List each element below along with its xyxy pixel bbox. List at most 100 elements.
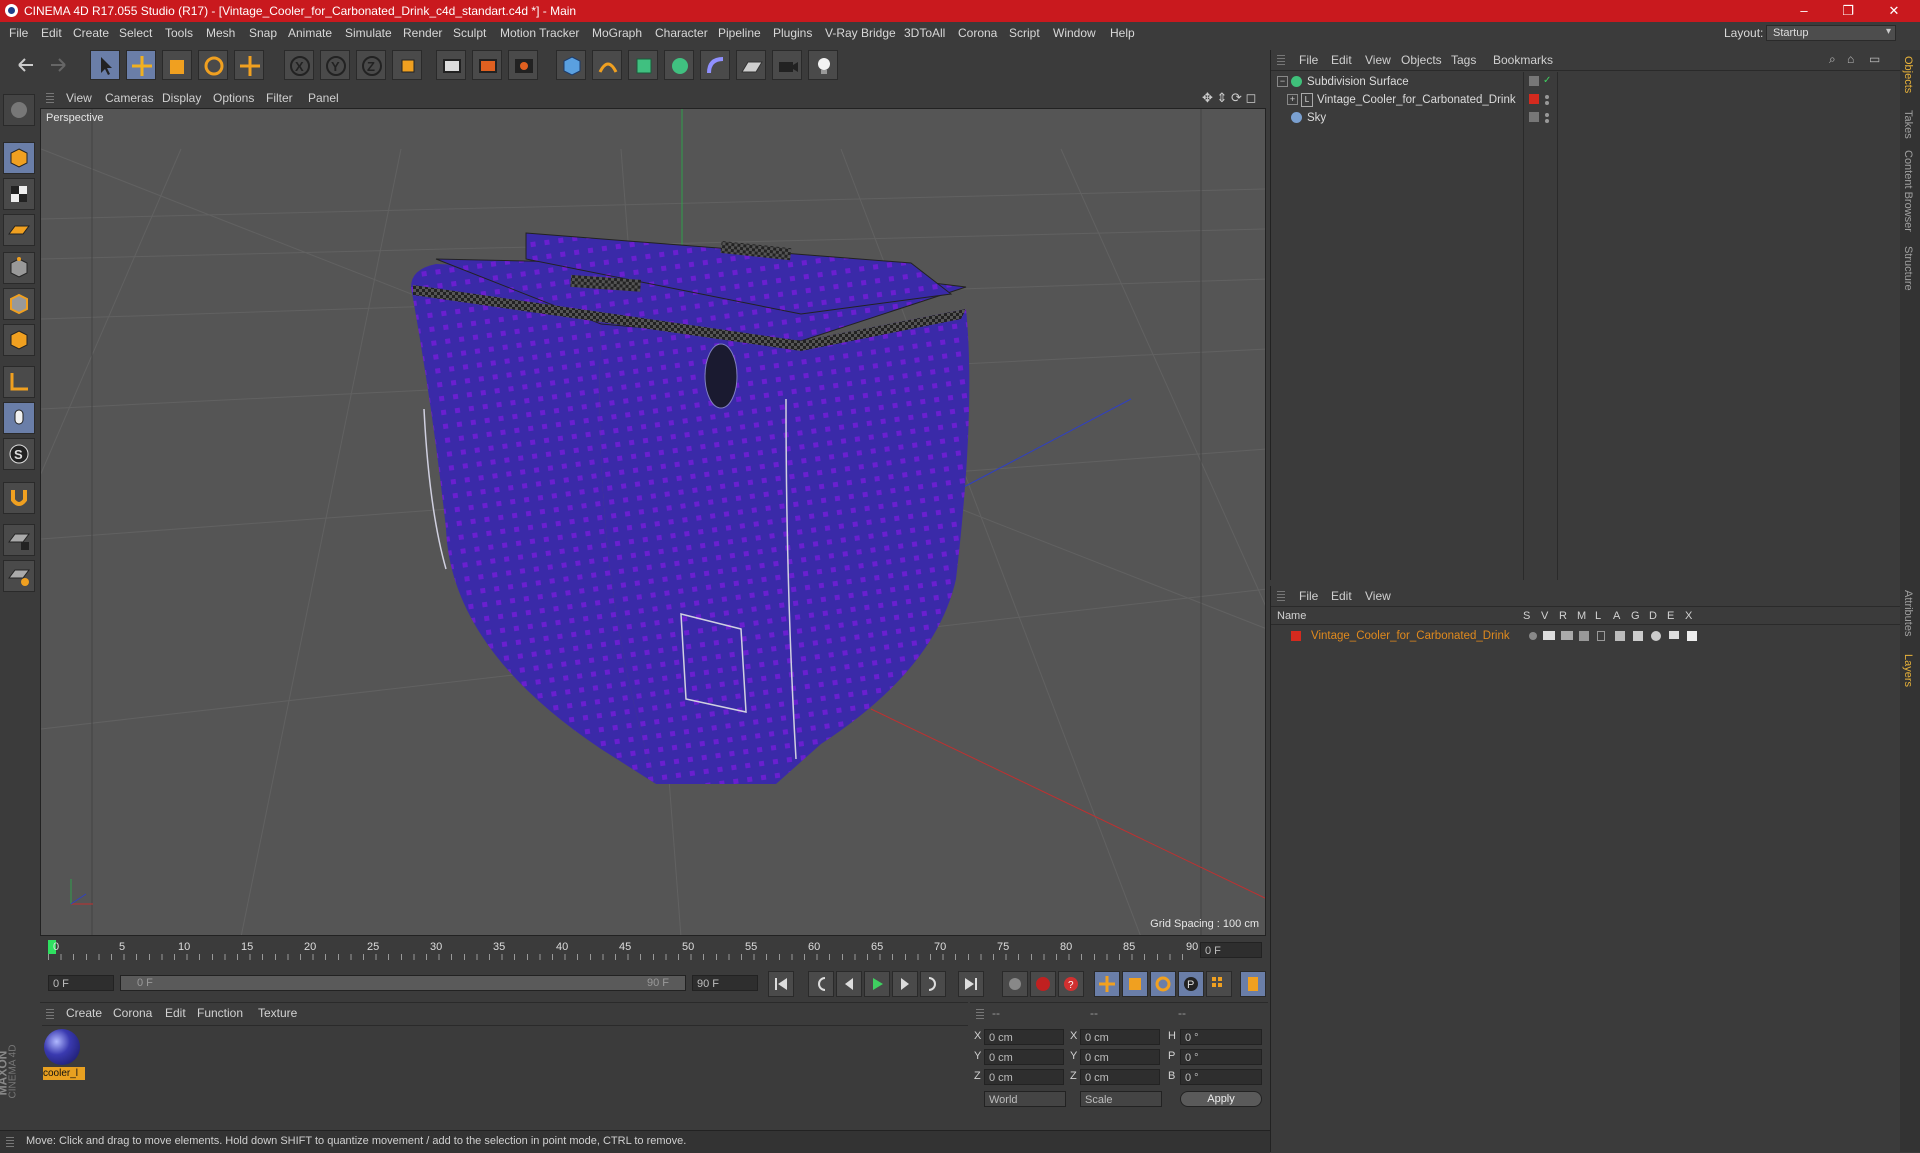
apply-button[interactable]: Apply: [1180, 1091, 1262, 1107]
go-to-start-icon[interactable]: [768, 971, 794, 997]
go-to-end-icon[interactable]: [958, 971, 984, 997]
minimize-button[interactable]: –: [1782, 0, 1826, 22]
menu-corona[interactable]: Corona: [958, 26, 997, 40]
home-icon[interactable]: ⌂: [1847, 52, 1854, 66]
timeline-track[interactable]: 0 5 10 15 20 25 30 35 40 45 50 55 60 65 …: [48, 938, 1198, 960]
tab-attributes[interactable]: Attributes: [1902, 590, 1914, 636]
viewport-perspective[interactable]: Perspective Grid Spacing : 100 cm: [40, 108, 1266, 936]
timeline-window-icon[interactable]: [1240, 971, 1266, 997]
menu-edit[interactable]: Edit: [41, 26, 62, 40]
menu-character[interactable]: Character: [655, 26, 708, 40]
drag-handle-icon[interactable]: [46, 93, 54, 103]
camera-icon[interactable]: [772, 50, 802, 80]
enabled-check-icon[interactable]: ✓: [1543, 75, 1551, 86]
size-y-field[interactable]: 0 cm: [1080, 1049, 1160, 1065]
layer-color-swatch[interactable]: [1529, 94, 1539, 104]
position-x-field[interactable]: 0 cm: [984, 1029, 1064, 1045]
y-axis-icon[interactable]: Y: [320, 50, 350, 80]
object-menu-file[interactable]: File: [1299, 53, 1318, 67]
points-mode-icon[interactable]: [3, 252, 35, 284]
expression-toggle-icon[interactable]: [1669, 631, 1679, 639]
menu-window[interactable]: Window: [1053, 26, 1096, 40]
layout-dropdown[interactable]: Startup ▾: [1766, 25, 1896, 41]
magnet-icon[interactable]: [3, 482, 35, 514]
polygons-mode-icon[interactable]: [3, 324, 35, 356]
keyframe-selection-icon[interactable]: ?: [1058, 971, 1084, 997]
viewport-menu-filter[interactable]: Filter: [266, 91, 293, 105]
menu-motion-tracker[interactable]: Motion Tracker: [500, 26, 579, 40]
lock-workplane-icon[interactable]: [3, 524, 35, 556]
light-icon[interactable]: [808, 50, 838, 80]
menu-render[interactable]: Render: [403, 26, 442, 40]
xref-toggle-icon[interactable]: [1687, 631, 1697, 641]
position-key-icon[interactable]: [1094, 971, 1120, 997]
drag-handle-icon[interactable]: [46, 1009, 54, 1019]
viewport-menu-cameras[interactable]: Cameras: [105, 91, 154, 105]
menu-snap[interactable]: Snap: [249, 26, 277, 40]
menu-sculpt[interactable]: Sculpt: [453, 26, 486, 40]
search-icon[interactable]: ⌕: [1829, 52, 1836, 67]
z-axis-icon[interactable]: Z: [356, 50, 386, 80]
expand-toggle-icon[interactable]: +: [1287, 94, 1298, 105]
object-menu-tags[interactable]: Tags: [1451, 53, 1476, 67]
pen-spline-icon[interactable]: [592, 50, 622, 80]
layer-menu-file[interactable]: File: [1299, 589, 1318, 603]
coordinate-mode-dropdown[interactable]: Scale: [1080, 1091, 1162, 1107]
subdivision-icon[interactable]: [628, 50, 658, 80]
previous-frame-icon[interactable]: [836, 971, 862, 997]
deformer-icon[interactable]: [700, 50, 730, 80]
object-menu-edit[interactable]: Edit: [1331, 53, 1352, 67]
menu-create[interactable]: Create: [73, 26, 109, 40]
menu-simulate[interactable]: Simulate: [345, 26, 392, 40]
coordinate-system-icon[interactable]: [392, 50, 422, 80]
rotation-p-field[interactable]: 0 °: [1180, 1049, 1262, 1065]
close-button[interactable]: ✕: [1872, 0, 1916, 22]
undo-icon[interactable]: [10, 50, 40, 80]
material-menu-texture[interactable]: Texture: [258, 1006, 297, 1020]
size-x-field[interactable]: 0 cm: [1080, 1029, 1160, 1045]
rotate-icon[interactable]: [198, 50, 228, 80]
coordinate-space-dropdown[interactable]: World: [984, 1091, 1066, 1107]
manager-toggle-icon[interactable]: [1579, 631, 1589, 641]
model-mode-icon[interactable]: [3, 142, 35, 174]
deformer-toggle-icon[interactable]: [1651, 631, 1661, 641]
viewport-navigation-icons[interactable]: ✥ ⇕ ⟳ ◻: [1202, 90, 1256, 106]
menu-select[interactable]: Select: [119, 26, 152, 40]
layer-tag-icon[interactable]: [1529, 76, 1539, 86]
visibility-render-dot[interactable]: [1545, 101, 1549, 105]
make-editable-icon[interactable]: [3, 94, 35, 126]
redo-icon[interactable]: [44, 50, 74, 80]
texture-mode-icon[interactable]: [3, 178, 35, 210]
end-frame-field[interactable]: 90 F: [692, 975, 758, 991]
menu-plugins[interactable]: Plugins: [773, 26, 812, 40]
menu-animate[interactable]: Animate: [288, 26, 332, 40]
layer-tag-icon[interactable]: [1529, 112, 1539, 122]
object-row-sky[interactable]: Sky: [1271, 110, 1901, 128]
visibility-render-dot[interactable]: [1545, 119, 1549, 123]
render-view-icon[interactable]: [436, 50, 466, 80]
material-menu-function[interactable]: Function: [197, 1006, 243, 1020]
animation-toggle-icon[interactable]: [1615, 631, 1625, 641]
start-frame-field[interactable]: 0 F: [48, 975, 114, 991]
tweak-mode-icon[interactable]: [3, 402, 35, 434]
rotation-b-field[interactable]: 0 °: [1180, 1069, 1262, 1085]
viewport-menu-options[interactable]: Options: [213, 91, 254, 105]
object-row-subdivision-surface[interactable]: − Subdivision Surface ✓: [1271, 74, 1901, 92]
x-axis-icon[interactable]: X: [284, 50, 314, 80]
move-icon[interactable]: [126, 50, 156, 80]
cube-icon[interactable]: [556, 50, 586, 80]
live-selection-icon[interactable]: [90, 50, 120, 80]
scale-key-icon[interactable]: [1122, 971, 1148, 997]
point-level-animation-icon[interactable]: [1206, 971, 1232, 997]
tab-layers[interactable]: Layers: [1902, 654, 1914, 687]
menu-pipeline[interactable]: Pipeline: [718, 26, 761, 40]
material-swatch[interactable]: cooler_l: [42, 1027, 85, 1083]
layer-color-swatch[interactable]: [1291, 631, 1301, 641]
menu-vray-bridge[interactable]: V-Ray Bridge: [825, 26, 896, 40]
drag-handle-icon[interactable]: [1277, 591, 1285, 601]
menu-file[interactable]: File: [9, 26, 28, 40]
rotation-key-icon[interactable]: [1150, 971, 1176, 997]
layer-row[interactable]: Vintage_Cooler_for_Carbonated_Drink: [1271, 628, 1901, 646]
menu-tools[interactable]: Tools: [165, 26, 193, 40]
tab-takes[interactable]: Takes: [1902, 110, 1914, 139]
